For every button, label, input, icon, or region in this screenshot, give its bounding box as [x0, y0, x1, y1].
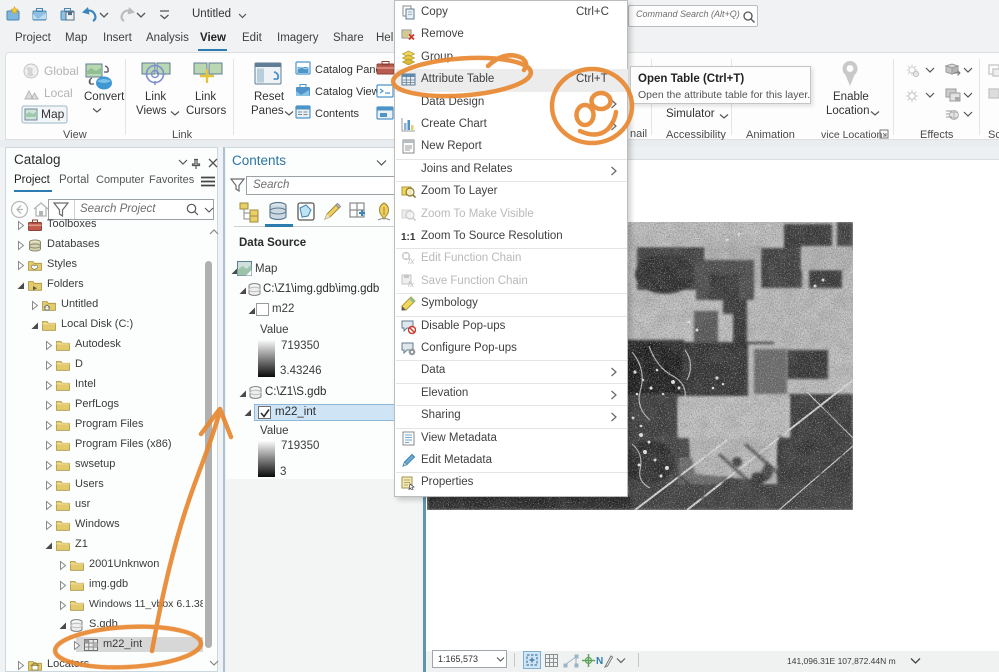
svg-text:fx: fx	[408, 257, 415, 266]
svg-text:1:1: 1:1	[401, 232, 416, 243]
svg-text:Local: Local	[44, 86, 73, 100]
svg-text:Global: Global	[44, 64, 79, 78]
svg-text:fx: fx	[408, 280, 415, 289]
svg-text:N: N	[596, 656, 603, 667]
svg-text:Map: Map	[41, 107, 65, 121]
